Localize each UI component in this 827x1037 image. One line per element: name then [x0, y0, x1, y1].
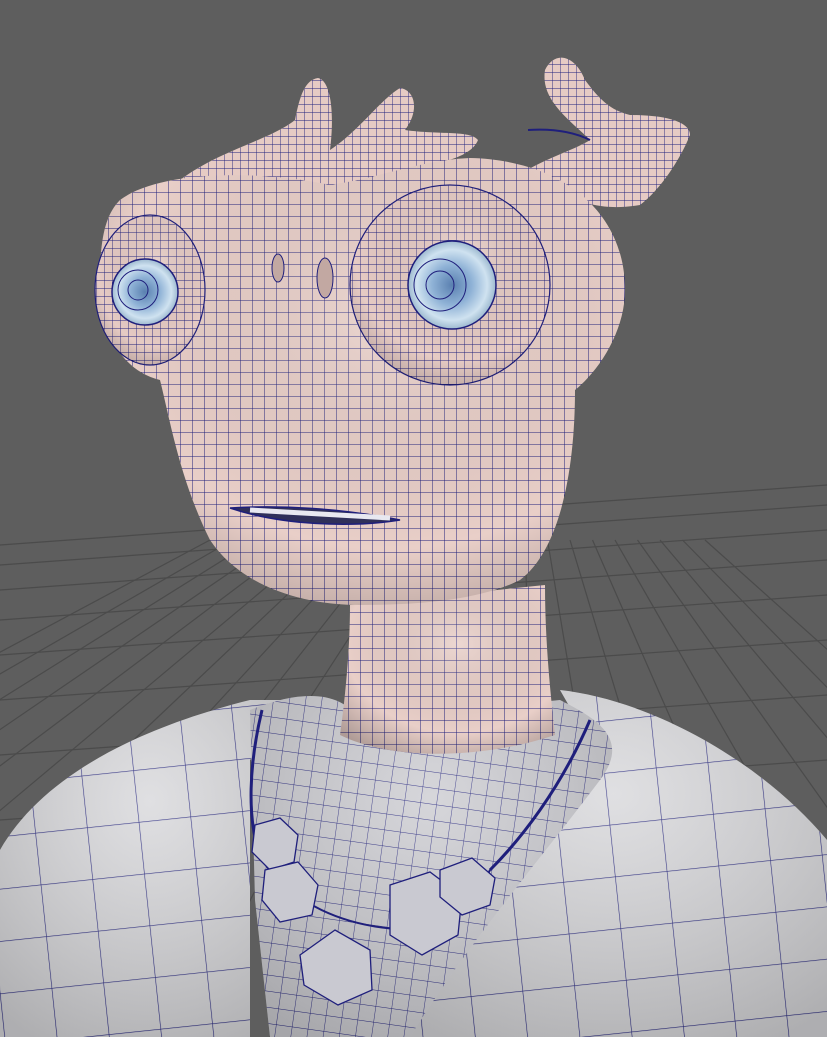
neck-mesh[interactable]	[340, 585, 555, 754]
character-model-render[interactable]	[0, 0, 827, 1037]
left-eye-mesh[interactable]	[111, 258, 179, 326]
right-eye-mesh[interactable]	[407, 240, 497, 330]
3d-viewport[interactable]	[0, 0, 827, 1037]
